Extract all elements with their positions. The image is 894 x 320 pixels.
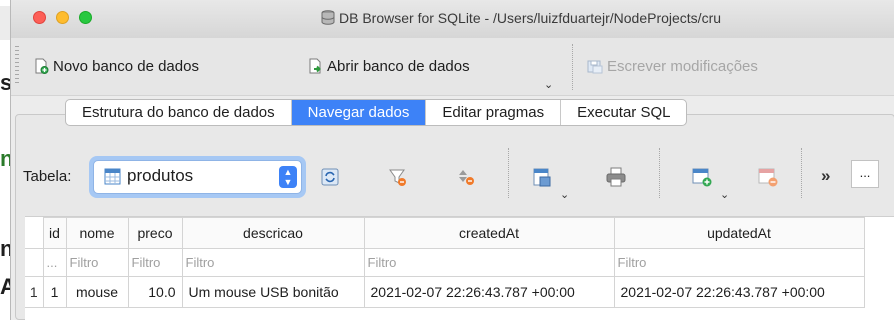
tab-execute-sql[interactable]: Executar SQL	[561, 100, 686, 125]
column-header-id[interactable]: id	[42, 217, 67, 249]
column-header-preco[interactable]: preco	[127, 217, 183, 249]
save-table-dropdown-icon[interactable]: ⌄	[560, 188, 569, 201]
clear-filter-icon[interactable]	[387, 166, 409, 188]
insert-record-dropdown-icon[interactable]: ⌄	[720, 188, 729, 201]
toolbar-separator	[508, 148, 509, 198]
minimize-window-button[interactable]	[56, 11, 69, 24]
new-database-icon	[35, 58, 49, 74]
more-tools-input[interactable]: ...	[851, 160, 879, 188]
app-window: DB Browser for SQLite - /Users/luizfduar…	[10, 0, 894, 320]
filter-input-nome[interactable]: Filtro	[65, 248, 129, 277]
write-changes-icon	[587, 60, 603, 74]
cell-preco[interactable]: 10.0	[127, 276, 183, 308]
table-select-stepper-icon[interactable]: ▲ ▼	[279, 166, 297, 188]
window-title: DB Browser for SQLite - /Users/luizfduar…	[321, 10, 721, 26]
new-database-button[interactable]: Novo banco de dados	[33, 58, 199, 75]
cell-descricao[interactable]: Um mouse USB bonitão	[181, 276, 365, 308]
filter-corner[interactable]: ...	[42, 248, 67, 277]
write-changes-label: Escrever modificações	[607, 58, 758, 75]
column-header-updatedat[interactable]: updatedAt	[613, 217, 865, 249]
cell-nome[interactable]: mouse	[65, 276, 129, 308]
row-number[interactable]: 1	[25, 276, 44, 308]
database-icon	[321, 10, 335, 25]
header-corner[interactable]	[25, 217, 44, 249]
filter-row-corner	[25, 248, 44, 277]
filter-input-preco[interactable]: Filtro	[127, 248, 183, 277]
table-select-value: produtos	[127, 166, 194, 185]
new-database-label: Novo banco de dados	[53, 58, 199, 75]
window-title-text: DB Browser for SQLite - /Users/luizfduar…	[339, 10, 722, 26]
table-header-row: id nome preco descricao createdAt update…	[25, 217, 865, 249]
close-window-button[interactable]	[33, 11, 46, 24]
filter-input-updatedat[interactable]: Filtro	[613, 248, 865, 277]
cell-createdat[interactable]: 2021-02-07 22:26:43.787 +00:00	[363, 276, 615, 308]
refresh-icon[interactable]	[319, 166, 341, 188]
open-database-icon	[309, 58, 321, 74]
toolbar-grip[interactable]	[15, 46, 19, 86]
main-toolbar: Novo banco de dados Abrir banco de dados…	[11, 38, 894, 96]
table-select-label: Tabela:	[23, 168, 72, 185]
title-bar: DB Browser for SQLite - /Users/luizfduar…	[11, 0, 894, 38]
more-tools-icon[interactable]: »	[821, 166, 830, 186]
background-editor-strip: s n n A	[0, 40, 16, 320]
main-tabs: Estrutura do banco de dados Navegar dado…	[65, 99, 688, 126]
open-database-button[interactable]: Abrir banco de dados	[307, 58, 470, 75]
table-icon	[104, 168, 121, 185]
data-grid: id nome preco descricao createdAt update…	[25, 216, 894, 320]
column-header-descricao[interactable]: descricao	[181, 217, 365, 249]
cell-id[interactable]: 1	[42, 276, 67, 308]
toolbar-separator	[659, 148, 660, 198]
filter-row: ... Filtro Filtro Filtro Filtro Filtro	[25, 248, 865, 277]
tab-browse-data[interactable]: Navegar dados	[291, 100, 427, 125]
open-database-dropdown-icon[interactable]: ⌄	[544, 78, 553, 91]
filter-input-createdat[interactable]: Filtro	[363, 248, 615, 277]
column-header-nome[interactable]: nome	[65, 217, 129, 249]
filter-input-descricao[interactable]: Filtro	[181, 248, 365, 277]
maximize-window-button[interactable]	[79, 11, 92, 24]
open-database-label: Abrir banco de dados	[327, 58, 470, 75]
insert-record-icon[interactable]	[691, 166, 713, 188]
tab-database-structure[interactable]: Estrutura do banco de dados	[66, 100, 292, 125]
sort-icon[interactable]	[456, 166, 478, 188]
table-row[interactable]: 1 1 mouse 10.0 Um mouse USB bonitão 2021…	[25, 276, 865, 308]
cell-updatedat[interactable]: 2021-02-07 22:26:43.787 +00:00	[613, 276, 865, 308]
write-changes-button[interactable]: Escrever modificações	[587, 58, 758, 75]
toolbar-separator	[801, 148, 802, 198]
delete-record-icon[interactable]	[757, 166, 779, 188]
print-icon[interactable]	[605, 166, 627, 188]
tab-edit-pragmas[interactable]: Editar pragmas	[426, 100, 562, 125]
column-header-createdat[interactable]: createdAt	[363, 217, 615, 249]
toolbar-separator	[572, 44, 573, 90]
data-table: id nome preco descricao createdAt update…	[25, 217, 865, 308]
save-table-icon[interactable]	[531, 166, 553, 188]
table-select[interactable]: produtos ▲ ▼	[89, 156, 306, 198]
